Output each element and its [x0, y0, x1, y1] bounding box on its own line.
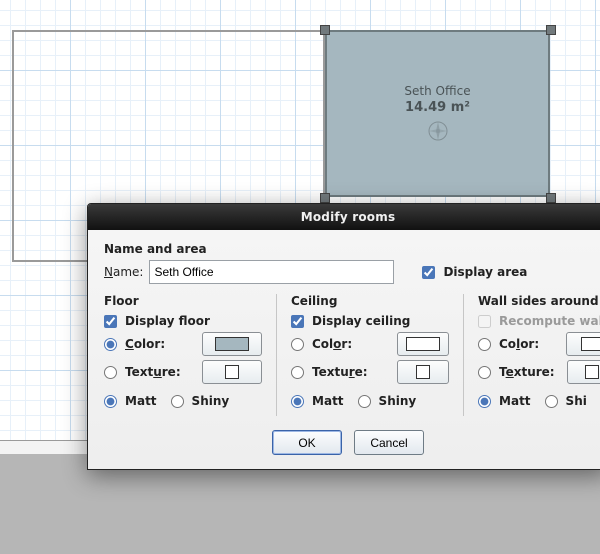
floor-color-label: Color: — [125, 337, 165, 351]
floor-title: Floor — [104, 294, 262, 308]
dialog-titlebar[interactable]: Modify rooms — [88, 204, 600, 230]
compass-icon — [426, 119, 450, 143]
recompute-walls-checkbox — [478, 315, 491, 328]
ceiling-matt-label: Matt — [312, 394, 344, 408]
display-area-label: Display area — [443, 265, 527, 279]
dialog-title: Modify rooms — [301, 210, 396, 224]
ceiling-texture-label: Texture: — [312, 365, 368, 379]
walls-shiny-label: Shi — [566, 394, 587, 408]
display-ceiling-label: Display ceiling — [312, 314, 410, 328]
resize-handle[interactable] — [546, 193, 556, 203]
ceiling-color-button[interactable] — [397, 332, 449, 356]
walls-title: Wall sides around r — [478, 294, 600, 308]
floor-texture-button[interactable] — [202, 360, 262, 384]
walls-matt-radio[interactable] — [478, 395, 491, 408]
display-floor-label: Display floor — [125, 314, 210, 328]
cancel-button[interactable]: Cancel — [354, 430, 424, 455]
ceiling-title: Ceiling — [291, 294, 449, 308]
section-name-area: Name and area — [104, 242, 592, 256]
floor-texture-radio[interactable] — [104, 366, 117, 379]
floor-texture-label: Texture: — [125, 365, 181, 379]
ceiling-texture-radio[interactable] — [291, 366, 304, 379]
ceiling-matt-radio[interactable] — [291, 395, 304, 408]
ok-button[interactable]: OK — [272, 430, 342, 455]
room-area-label: 14.49 m² — [405, 100, 470, 115]
ceiling-texture-button[interactable] — [397, 360, 449, 384]
walls-texture-button[interactable] — [567, 360, 600, 384]
walls-texture-label: Texture: — [499, 365, 555, 379]
floor-shiny-label: Shiny — [192, 394, 230, 408]
display-area-checkbox[interactable] — [422, 266, 435, 279]
resize-handle[interactable] — [320, 25, 330, 35]
walls-color-radio[interactable] — [478, 338, 491, 351]
ceiling-shiny-label: Shiny — [379, 394, 417, 408]
resize-handle[interactable] — [546, 25, 556, 35]
walls-color-button[interactable] — [566, 332, 600, 356]
walls-matt-label: Matt — [499, 394, 531, 408]
floor-matt-radio[interactable] — [104, 395, 117, 408]
ceiling-color-label: Color: — [312, 337, 352, 351]
ceiling-color-radio[interactable] — [291, 338, 304, 351]
display-ceiling-checkbox[interactable] — [291, 315, 304, 328]
floor-matt-label: Matt — [125, 394, 157, 408]
floor-color-button[interactable] — [202, 332, 262, 356]
recompute-walls-label: Recompute walls — [499, 314, 600, 328]
room-name-label: Seth Office — [404, 84, 470, 98]
walls-texture-radio[interactable] — [478, 366, 491, 379]
plan-room-selected[interactable]: Seth Office 14.49 m² — [325, 30, 550, 197]
name-label: Name: — [104, 265, 143, 279]
resize-handle[interactable] — [320, 193, 330, 203]
floor-color-radio[interactable] — [104, 338, 117, 351]
walls-shiny-radio[interactable] — [545, 395, 558, 408]
ceiling-shiny-radio[interactable] — [358, 395, 371, 408]
room-name-input[interactable] — [149, 260, 394, 284]
display-floor-checkbox[interactable] — [104, 315, 117, 328]
modify-rooms-dialog: Modify rooms Name and area Name: Display… — [87, 203, 600, 470]
floor-shiny-radio[interactable] — [171, 395, 184, 408]
walls-color-label: Color: — [499, 337, 539, 351]
